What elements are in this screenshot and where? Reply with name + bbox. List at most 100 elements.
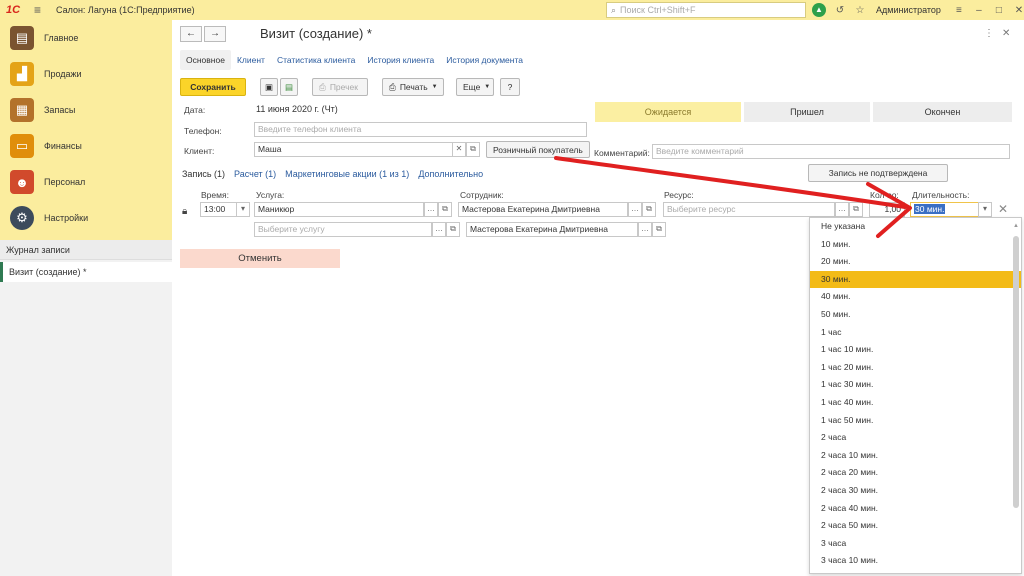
employee-field[interactable]: Мастерова Екатерина Дмитриевна <box>458 202 628 217</box>
more-icon[interactable]: ⋮ <box>984 28 994 39</box>
select-ellipsis-icon[interactable]: … <box>432 222 446 237</box>
notification-icon[interactable]: ▲ <box>812 3 826 17</box>
open-icon[interactable]: ⧉ <box>642 202 656 217</box>
save-button[interactable]: Сохранить <box>180 78 246 96</box>
maximize-icon[interactable]: □ <box>989 5 1009 16</box>
search-input[interactable]: ⌕ Поиск Ctrl+Shift+F <box>606 2 806 18</box>
duration-option[interactable]: 20 мин. <box>810 253 1021 271</box>
open-icon[interactable]: ⧉ <box>849 202 863 217</box>
duration-option[interactable]: 2 часа <box>810 429 1021 447</box>
duration-option[interactable]: 50 мин. <box>810 306 1021 324</box>
back-button[interactable]: ← <box>180 26 202 42</box>
close-form-icon[interactable]: ✕ <box>1002 28 1010 39</box>
chevron-down-icon: ▼ <box>484 84 491 90</box>
more-button[interactable]: Еще ▼ <box>456 78 494 96</box>
post-document-icon[interactable]: ▤ <box>280 78 298 96</box>
precheck-label: Пречек <box>329 82 358 92</box>
sidebar-item-label: Финансы <box>44 141 82 151</box>
select-ellipsis-icon[interactable]: … <box>424 202 438 217</box>
close-icon[interactable]: ✕ <box>1009 5 1024 16</box>
journal-link[interactable]: Журнал записи <box>0 240 172 260</box>
select-ellipsis-icon[interactable]: … <box>835 202 849 217</box>
duration-option[interactable]: 1 час 50 мин. <box>810 412 1021 430</box>
tab-main[interactable]: Основное <box>180 50 231 70</box>
open-icon[interactable]: ⧉ <box>652 222 666 237</box>
quantity-label: Кол-во: <box>870 190 899 200</box>
duration-option[interactable]: 1 час <box>810 324 1021 342</box>
chevron-down-icon: ▼ <box>431 84 438 90</box>
open-icon[interactable]: ⧉ <box>438 202 452 217</box>
status-finished-button[interactable]: Окончен <box>873 102 1012 122</box>
duration-option[interactable]: 40 мин. <box>810 288 1021 306</box>
cancel-button[interactable]: Отменить <box>180 249 340 268</box>
chevron-down-icon[interactable]: ▾ <box>978 202 992 217</box>
sidebar-item-stock[interactable]: ▦ Запасы <box>0 92 172 128</box>
sidebar-item-main[interactable]: ▤ Главное <box>0 20 172 56</box>
service-field[interactable]: Маникюр <box>254 202 424 217</box>
employee2-field[interactable]: Мастерова Екатерина Дмитриевна <box>466 222 638 237</box>
open-icon[interactable]: ⧉ <box>446 222 460 237</box>
precheck-button[interactable]: ⎙ Пречек <box>312 78 368 96</box>
people-icon: ☻ <box>10 170 34 194</box>
tab-document-history[interactable]: История документа <box>440 50 529 70</box>
duration-option[interactable]: 1 час 10 мин. <box>810 341 1021 359</box>
duration-option[interactable]: 10 мин. <box>810 236 1021 254</box>
sidebar-item-sales[interactable]: ▟ Продажи <box>0 56 172 92</box>
duration-option[interactable]: 2 часа 30 мин. <box>810 482 1021 500</box>
duration-option[interactable]: 30 мин. <box>810 270 1021 289</box>
open-window-item[interactable]: Визит (создание) * <box>0 262 172 282</box>
menu-dots-icon[interactable]: ≡ <box>949 5 969 16</box>
chevron-down-icon[interactable]: ▾ <box>236 202 250 217</box>
resource-label: Ресурс: <box>664 190 694 200</box>
duration-option[interactable]: Не указана <box>810 218 1021 236</box>
select-ellipsis-icon[interactable]: … <box>628 202 642 217</box>
duration-option[interactable]: 2 часа 10 мин. <box>810 447 1021 465</box>
duration-option[interactable]: 1 час 30 мин. <box>810 376 1021 394</box>
tab-calculation[interactable]: Расчет (1) <box>234 169 276 179</box>
sidebar-item-settings[interactable]: ⚙ Настройки <box>0 200 172 236</box>
status-arrived-button[interactable]: Пришел <box>744 102 870 122</box>
duration-option[interactable]: 2 часа 50 мин. <box>810 517 1021 535</box>
tab-marketing[interactable]: Маркетинговые акции (1 из 1) <box>285 169 409 179</box>
print-button[interactable]: ⎙ Печать ▼ <box>382 78 444 96</box>
duration-option[interactable]: 1 час 40 мин. <box>810 394 1021 412</box>
clear-icon[interactable]: ✕ <box>452 142 466 157</box>
duration-option[interactable]: 2 часа 20 мин. <box>810 464 1021 482</box>
client-field[interactable]: Маша <box>254 142 465 157</box>
help-button[interactable]: ? <box>500 78 520 96</box>
sidebar-item-staff[interactable]: ☻ Персонал <box>0 164 172 200</box>
minimize-icon[interactable]: – <box>969 5 989 16</box>
user-name[interactable]: Администратор <box>876 5 941 15</box>
remove-row-icon[interactable]: ✕ <box>998 202 1008 216</box>
tab-additional[interactable]: Дополнительно <box>418 169 483 179</box>
tab-record[interactable]: Запись (1) <box>182 169 225 179</box>
not-confirmed-button[interactable]: Запись не подтверждена <box>808 164 948 182</box>
quantity-field[interactable]: 1,00 <box>869 202 905 217</box>
tab-client-stats[interactable]: Статистика клиента <box>271 50 361 70</box>
history-icon[interactable]: ↺ <box>830 5 850 16</box>
tab-client-history[interactable]: История клиента <box>361 50 440 70</box>
service2-field[interactable]: Выберите услугу <box>254 222 432 237</box>
open-icon[interactable]: ⧉ <box>466 142 480 157</box>
forward-button[interactable]: → <box>204 26 226 42</box>
menu-icon[interactable]: ≡ <box>34 3 48 17</box>
star-icon[interactable]: ☆ <box>850 5 870 16</box>
status-expected-button[interactable]: Ожидается <box>595 102 741 122</box>
printer-icon: ⎙ <box>389 82 396 92</box>
phone-field[interactable]: Введите телефон клиента <box>254 122 587 137</box>
resource-field[interactable]: Выберите ресурс <box>663 202 835 217</box>
tab-client[interactable]: Клиент <box>231 50 271 70</box>
duration-option[interactable]: 3 часа 10 мин. <box>810 552 1021 570</box>
select-ellipsis-icon[interactable]: … <box>638 222 652 237</box>
scrollbar[interactable] <box>1013 236 1019 508</box>
duration-option[interactable]: 3 часа <box>810 535 1021 553</box>
sidebar-item-finance[interactable]: ▭ Финансы <box>0 128 172 164</box>
duration-option[interactable]: 1 час 20 мин. <box>810 359 1021 377</box>
retail-customer-button[interactable]: Розничный покупатель <box>486 141 590 158</box>
scroll-up-icon[interactable]: ▲ <box>1013 223 1019 229</box>
comment-field[interactable]: Введите комментарий <box>652 144 1010 159</box>
save-disk-icon[interactable]: ▣ <box>260 78 278 96</box>
toolbar: Сохранить ▣ ▤ ⎙ Пречек ⎙ Печать ▼ Еще ▼ … <box>180 78 520 96</box>
duration-option[interactable]: 2 часа 40 мин. <box>810 500 1021 518</box>
lock-icon: 🔒︎ <box>182 206 188 217</box>
